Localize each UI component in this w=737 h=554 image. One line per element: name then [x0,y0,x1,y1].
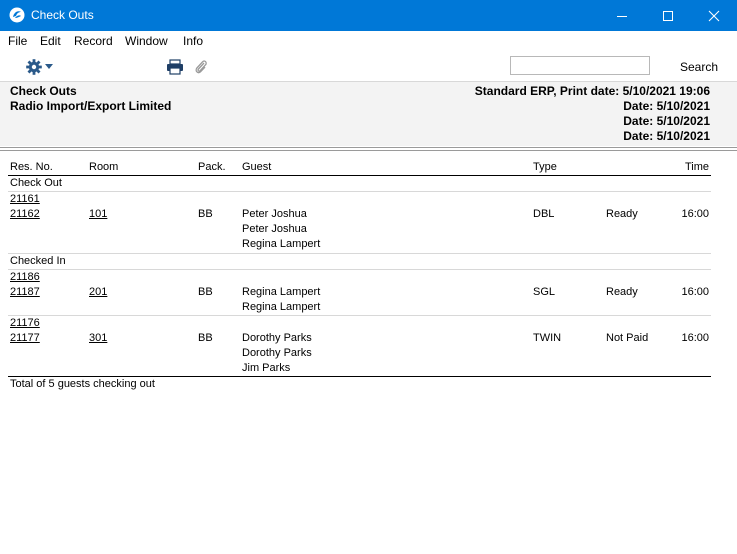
total-rule [8,376,711,377]
app-logo-icon [9,7,25,23]
search-button[interactable]: Search [680,60,718,74]
time-cell: 16:00 [681,208,709,220]
row-divider [8,191,711,192]
time-cell: 16:00 [681,286,709,298]
print-info: Standard ERP, Print date: 5/10/2021 19:0… [474,84,710,98]
total-summary: Total of 5 guests checking out [10,378,155,390]
company-name: Radio Import/Export Limited [10,99,172,113]
column-header-res-no: Res. No. [10,161,53,173]
gear-icon [26,59,42,75]
time-cell: 16:00 [681,332,709,344]
report-header: Check Outs Radio Import/Export Limited S… [0,82,737,146]
menu-info[interactable]: Info [183,34,203,48]
paperclip-icon [195,60,207,74]
group-label: Checked In [10,255,66,267]
guest-name: Dorothy Parks [242,347,312,359]
room-link[interactable]: 301 [89,332,107,344]
column-header-pack: Pack. [198,161,226,173]
window-title: Check Outs [31,8,94,22]
close-icon [708,10,720,21]
menu-file[interactable]: File [8,34,27,48]
attach-button[interactable] [194,58,208,76]
guest-name: Jim Parks [242,362,291,374]
pack-cell: BB [198,286,213,298]
menu-record[interactable]: Record [74,34,113,48]
status-cell: Ready [606,208,638,220]
reservation-number-link[interactable]: 21176 [10,317,40,329]
pack-cell: BB [198,208,213,220]
column-header-room: Room [89,161,119,173]
operations-menu-button[interactable] [25,58,55,76]
guest-name: Dorothy Parks [242,332,312,344]
pack-cell: BB [198,332,213,344]
room-link[interactable]: 101 [89,208,107,220]
menu-edit[interactable]: Edit [40,34,61,48]
date-line: Date: 5/10/2021 [623,99,710,113]
title-bar: Check Outs [0,0,737,31]
date-line: Date: 5/10/2021 [623,114,710,128]
reservation-number-link[interactable]: 21161 [10,193,40,205]
type-cell: DBL [533,208,555,220]
chevron-down-icon [45,64,53,69]
reservation-number-link[interactable]: 21186 [10,271,40,283]
report-title: Check Outs [10,84,77,98]
reservation-number-link[interactable]: 21177 [10,332,40,344]
reservation-number-link[interactable]: 21187 [10,286,40,298]
printer-icon [167,59,183,75]
group-label: Check Out [10,177,62,189]
guest-name: Regina Lampert [242,301,321,313]
column-header-time: Time [685,161,710,173]
column-header-rule [8,175,711,176]
guest-name: Regina Lampert [242,238,321,250]
menu-window[interactable]: Window [125,34,168,48]
reservation-number-link[interactable]: 21162 [10,208,40,220]
close-button[interactable] [691,0,737,31]
minimize-icon [617,15,627,17]
menu-bar: File Edit Record Window Info [0,31,737,52]
guest-name: Peter Joshua [242,223,307,235]
guest-name: Peter Joshua [242,208,307,220]
column-header-type: Type [533,161,557,173]
room-link[interactable]: 201 [89,286,107,298]
row-divider [8,253,711,254]
status-cell: Ready [606,286,638,298]
header-divider [0,147,737,148]
print-button[interactable] [166,59,184,75]
column-header-guest: Guest [242,161,272,173]
type-cell: TWIN [533,332,562,344]
guest-name: Regina Lampert [242,286,321,298]
header-divider [0,150,737,151]
row-divider [8,269,711,270]
row-divider [8,315,711,316]
search-input[interactable] [510,56,650,75]
status-cell: Not Paid [606,332,649,344]
toolbar: Search [0,52,737,82]
maximize-button[interactable] [645,0,691,31]
type-cell: SGL [533,286,556,298]
minimize-button[interactable] [599,0,645,31]
maximize-icon [663,10,673,21]
date-line: Date: 5/10/2021 [623,129,710,143]
